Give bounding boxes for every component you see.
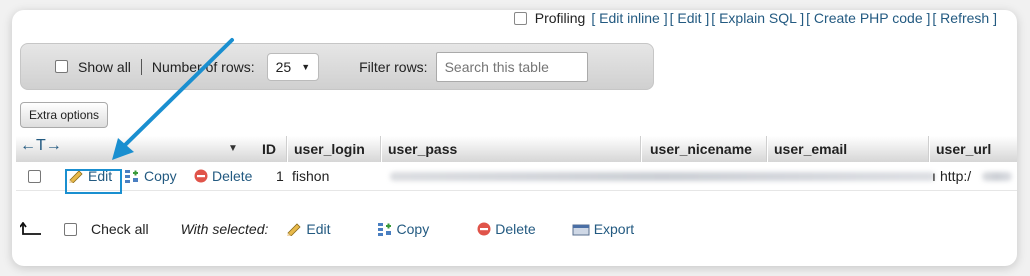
row-checkbox[interactable]	[28, 170, 41, 183]
navigation-toolbar: Show all Number of rows: 25 ▼ Filter row…	[20, 43, 654, 90]
cell-id: 1	[276, 168, 284, 184]
delete-icon	[194, 169, 208, 183]
row-delete-action[interactable]: Delete	[194, 168, 252, 184]
bulk-export-button[interactable]: Export	[572, 221, 634, 237]
profiling-checkbox[interactable]	[513, 11, 527, 25]
column-header-user-url[interactable]: user_url	[936, 141, 991, 157]
table-row: Edit Copy Delete 1 fishon ı http:/	[16, 162, 1017, 191]
chevron-down-icon: ▼	[301, 61, 311, 72]
create-php-code-link[interactable]: [ Create PHP code ]	[806, 10, 930, 26]
bulk-delete-button[interactable]: Delete	[477, 221, 536, 237]
column-arrows-icon[interactable]: ←T→	[20, 137, 62, 155]
cell-user-url: http:/	[940, 168, 972, 184]
delete-icon	[477, 222, 491, 236]
pencil-icon	[287, 223, 301, 236]
edit-inline-link[interactable]: [ Edit inline ]	[591, 10, 667, 26]
copy-icon	[377, 223, 391, 236]
number-of-rows-value: 25	[275, 58, 292, 75]
column-header-user-login[interactable]: user_login	[294, 141, 365, 157]
divider	[140, 58, 142, 75]
table-header: ←T→ ▼ ID user_login user_pass user_nicen…	[16, 136, 1017, 163]
redacted-cells	[390, 172, 935, 181]
edit-highlight-box	[65, 169, 122, 194]
row-copy-label: Copy	[144, 168, 177, 184]
cell-separator: ı	[932, 168, 936, 184]
bulk-edit-label: Edit	[306, 221, 331, 237]
number-of-rows-select[interactable]: 25 ▼	[266, 52, 320, 81]
bulk-copy-label: Copy	[396, 221, 430, 237]
with-selected-label: With selected:	[180, 221, 269, 237]
filter-rows-label: Filter rows:	[359, 58, 428, 75]
bulk-copy-button[interactable]: Copy	[377, 221, 430, 237]
check-all-label[interactable]: Check all	[91, 221, 149, 237]
bulk-actions-bar: Check all With selected: Edit Copy Delet…	[20, 214, 820, 244]
bulk-delete-label: Delete	[495, 221, 536, 237]
check-all-checkbox[interactable]	[64, 222, 77, 236]
cell-user-login: fishon	[292, 168, 330, 184]
bulk-export-label: Export	[593, 221, 635, 237]
row-delete-label: Delete	[212, 168, 253, 184]
arrow-up-left-icon	[20, 222, 41, 235]
filter-rows-input[interactable]	[435, 51, 588, 82]
refresh-link[interactable]: [ Refresh ]	[932, 10, 997, 26]
column-header-user-pass[interactable]: user_pass	[388, 141, 457, 157]
export-icon	[572, 224, 590, 236]
column-header-user-nicename[interactable]: user_nicename	[650, 141, 752, 157]
number-of-rows-label: Number of rows:	[151, 58, 255, 75]
edit-link[interactable]: [ Edit ]	[670, 10, 710, 26]
explain-sql-link[interactable]: [ Explain SQL ]	[711, 10, 804, 26]
column-header-user-email[interactable]: user_email	[774, 141, 847, 157]
redacted-url	[982, 172, 1012, 181]
show-all-checkbox[interactable]	[55, 60, 68, 73]
column-header-id[interactable]: ID	[262, 141, 276, 157]
sort-triangle-icon[interactable]: ▼	[228, 143, 238, 154]
copy-icon	[125, 170, 138, 183]
query-options-bar: Profiling [ Edit inline ] [ Edit ] [ Exp…	[513, 10, 997, 29]
results-panel: Profiling [ Edit inline ] [ Edit ] [ Exp…	[12, 10, 1017, 266]
row-copy-action[interactable]: Copy	[124, 168, 177, 184]
show-all-label: Show all	[78, 58, 131, 75]
bulk-edit-button[interactable]: Edit	[286, 221, 331, 237]
profiling-label: Profiling	[534, 10, 586, 26]
extra-options-button[interactable]: Extra options	[20, 102, 109, 128]
